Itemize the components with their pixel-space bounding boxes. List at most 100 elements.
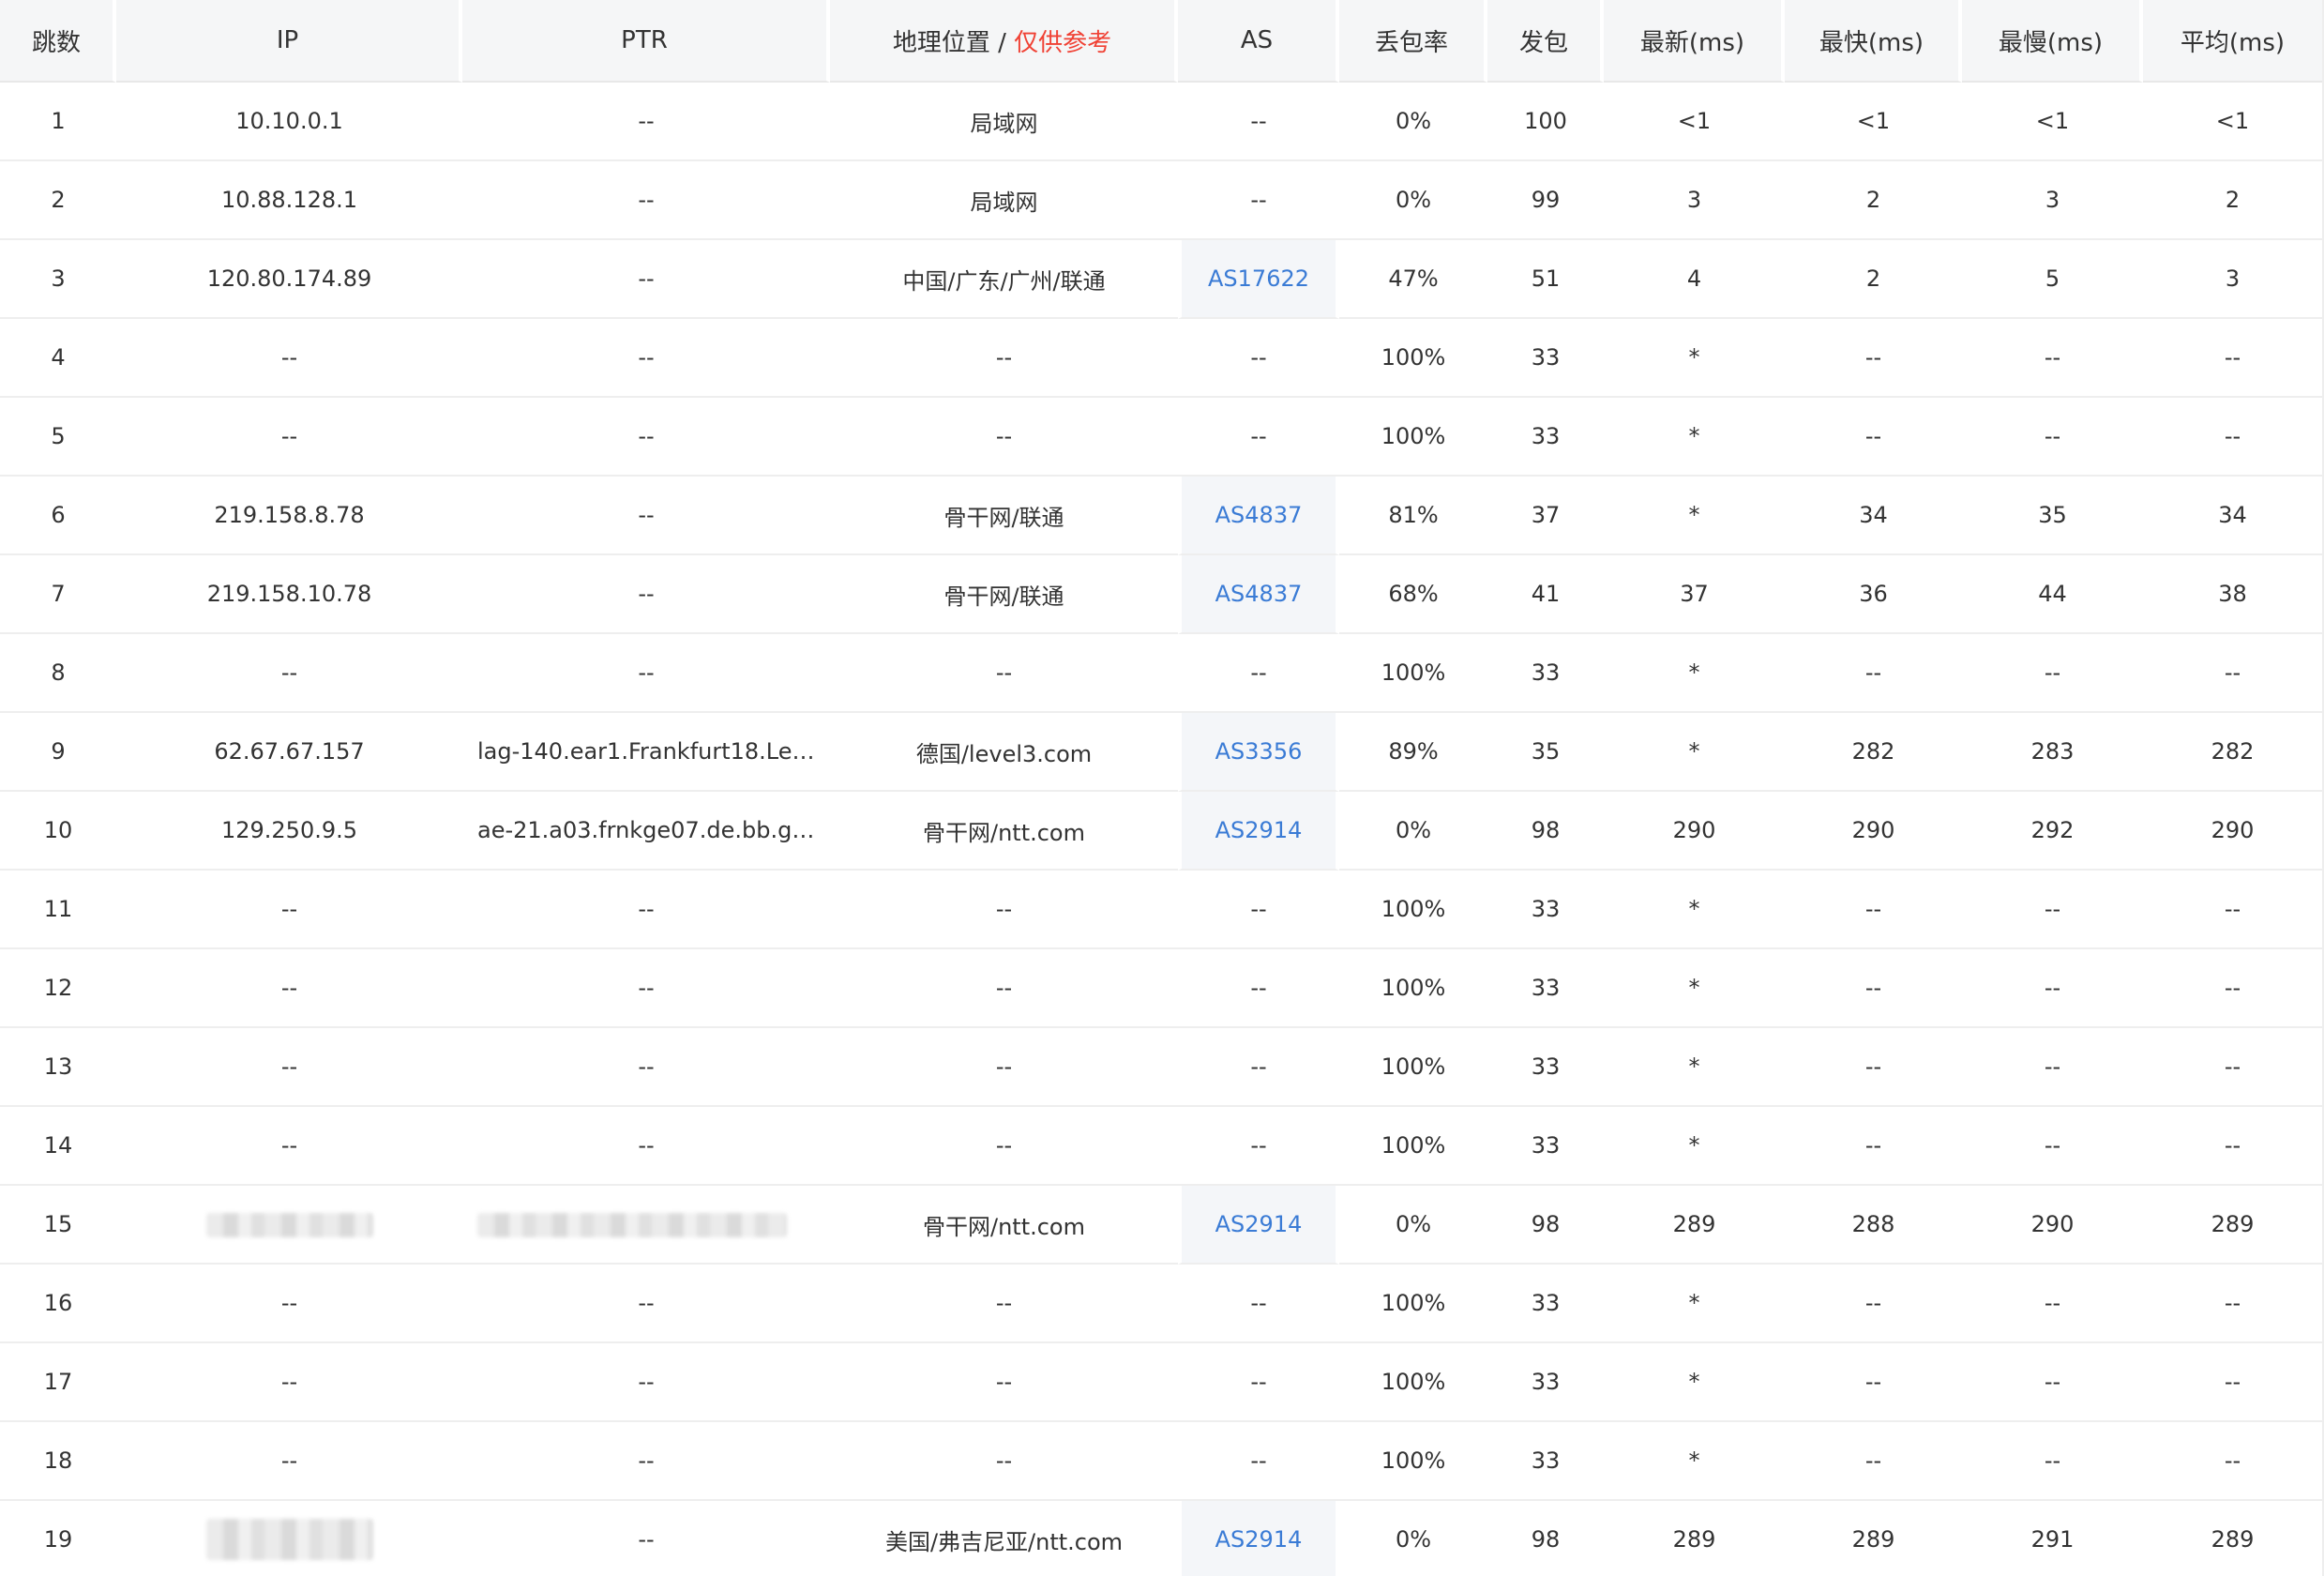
cell-hop: 16 (0, 1265, 116, 1343)
cell-as: -- (1178, 871, 1339, 949)
cell-loss: 81% (1339, 477, 1487, 555)
cell-worst: 5 (1962, 240, 2143, 319)
as-link[interactable]: AS3356 (1215, 738, 1303, 765)
cell-last: * (1604, 477, 1785, 555)
cell-last: 289 (1604, 1501, 1785, 1576)
cell-sent: 33 (1487, 1422, 1604, 1501)
cell-as: -- (1178, 161, 1339, 240)
cell-ptr: -- (462, 1501, 830, 1576)
cell-best: -- (1785, 398, 1962, 477)
cell-ptr: -- (462, 1422, 830, 1501)
cell-geo: -- (830, 634, 1178, 713)
as-link[interactable]: AS2914 (1215, 1211, 1303, 1237)
table-row: 17 -- -- -- -- 100% 33 * -- -- -- (0, 1343, 2322, 1422)
cell-geo: -- (830, 1028, 1178, 1107)
cell-loss: 47% (1339, 240, 1487, 319)
cell-sent: 33 (1487, 1107, 1604, 1186)
cell-worst: 3 (1962, 161, 2143, 240)
header-avg: 平均(ms) (2143, 0, 2322, 83)
header-geo-note: 仅供参考 (1014, 28, 1112, 57)
cell-geo: -- (830, 319, 1178, 398)
cell-ip: 62.67.67.157 (116, 713, 462, 792)
cell-loss: 0% (1339, 1186, 1487, 1265)
cell-hop: 2 (0, 161, 116, 240)
cell-hop: 5 (0, 398, 116, 477)
cell-best: -- (1785, 1343, 1962, 1422)
cell-geo: 局域网 (830, 161, 1178, 240)
as-link[interactable]: AS2914 (1215, 817, 1303, 843)
cell-worst: -- (1962, 634, 2143, 713)
cell-ip: -- (116, 1343, 462, 1422)
cell-worst: -- (1962, 398, 2143, 477)
cell-loss: 100% (1339, 1107, 1487, 1186)
cell-worst: -- (1962, 1343, 2143, 1422)
cell-ptr: -- (462, 1107, 830, 1186)
cell-loss: 68% (1339, 555, 1487, 634)
cell-geo: -- (830, 398, 1178, 477)
cell-geo: -- (830, 1343, 1178, 1422)
cell-hop: 3 (0, 240, 116, 319)
table-row: 1 10.10.0.1 -- 局域网 -- 0% 100 <1 <1 <1 <1 (0, 83, 2322, 161)
cell-as: AS17622 (1178, 240, 1339, 319)
cell-as: -- (1178, 949, 1339, 1028)
header-geo-label: 地理位置 / (892, 28, 1006, 57)
header-as: AS (1178, 0, 1339, 83)
header-ip: IP (116, 0, 462, 83)
cell-sent: 33 (1487, 398, 1604, 477)
cell-best: 290 (1785, 792, 1962, 871)
cell-hop: 11 (0, 871, 116, 949)
cell-sent: 33 (1487, 1028, 1604, 1107)
as-link[interactable]: AS2914 (1215, 1526, 1303, 1553)
cell-last: <1 (1604, 83, 1785, 161)
cell-ptr: ae-21.a03.frnkge07.de.bb.gin... (462, 792, 830, 871)
cell-loss: 100% (1339, 1343, 1487, 1422)
cell-avg: 3 (2143, 240, 2322, 319)
cell-avg: -- (2143, 319, 2322, 398)
cell-ip (116, 1501, 462, 1576)
cell-as: -- (1178, 1422, 1339, 1501)
cell-loss: 0% (1339, 792, 1487, 871)
cell-avg: 282 (2143, 713, 2322, 792)
cell-worst: 283 (1962, 713, 2143, 792)
cell-worst: -- (1962, 1028, 2143, 1107)
cell-best: -- (1785, 319, 1962, 398)
cell-ptr (462, 1186, 830, 1265)
cell-avg: 289 (2143, 1501, 2322, 1576)
cell-last: * (1604, 1422, 1785, 1501)
as-link[interactable]: AS4837 (1215, 502, 1303, 528)
cell-worst: -- (1962, 319, 2143, 398)
cell-ip: 10.88.128.1 (116, 161, 462, 240)
cell-best: -- (1785, 871, 1962, 949)
cell-worst: 291 (1962, 1501, 2143, 1576)
cell-best: -- (1785, 634, 1962, 713)
as-link[interactable]: AS4837 (1215, 581, 1303, 607)
cell-loss: 0% (1339, 161, 1487, 240)
cell-ptr: -- (462, 83, 830, 161)
cell-worst: -- (1962, 949, 2143, 1028)
as-link[interactable]: AS17622 (1208, 265, 1309, 292)
cell-as: -- (1178, 1028, 1339, 1107)
cell-ptr: -- (462, 871, 830, 949)
cell-loss: 89% (1339, 713, 1487, 792)
redacted-ip (205, 1213, 373, 1237)
cell-best: <1 (1785, 83, 1962, 161)
cell-ptr: -- (462, 949, 830, 1028)
cell-best: 288 (1785, 1186, 1962, 1265)
table-row: 6 219.158.8.78 -- 骨干网/联通 AS4837 81% 37 * 34 35 34 (0, 477, 2322, 555)
cell-hop: 15 (0, 1186, 116, 1265)
cell-hop: 10 (0, 792, 116, 871)
cell-as: -- (1178, 398, 1339, 477)
cell-sent: 33 (1487, 319, 1604, 398)
cell-as: -- (1178, 1265, 1339, 1343)
cell-loss: 100% (1339, 319, 1487, 398)
cell-last: 37 (1604, 555, 1785, 634)
cell-ip: -- (116, 319, 462, 398)
cell-last: * (1604, 319, 1785, 398)
cell-best: -- (1785, 1265, 1962, 1343)
cell-worst: <1 (1962, 83, 2143, 161)
cell-avg: 38 (2143, 555, 2322, 634)
cell-worst: -- (1962, 1422, 2143, 1501)
cell-ip: -- (116, 1028, 462, 1107)
table-row: 3 120.80.174.89 -- 中国/广东/广州/联通 AS17622 47% 51 4… (0, 240, 2322, 319)
header-loss: 丢包率 (1339, 0, 1487, 83)
